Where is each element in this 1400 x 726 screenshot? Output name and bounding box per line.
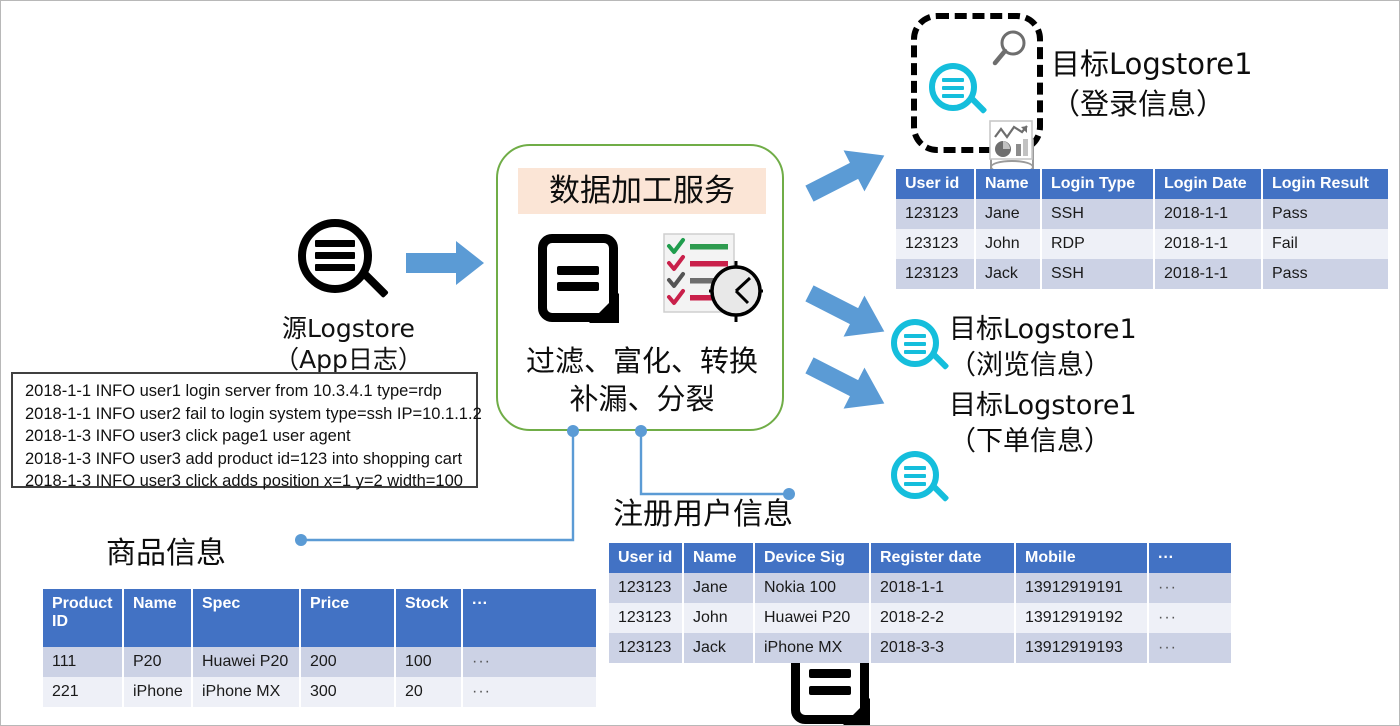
column-header: Device Sig xyxy=(754,543,871,573)
cell: 2018-1-1 xyxy=(1154,259,1263,289)
cell: 13912919192 xyxy=(1015,603,1149,633)
cell: 221 xyxy=(43,677,124,707)
product-table: Product ID Name Spec Price Stock ··· 111… xyxy=(43,589,596,707)
cell: 2018-2-2 xyxy=(870,603,1016,633)
cell: 123123 xyxy=(896,199,976,229)
cell: 200 xyxy=(300,647,396,677)
cell: 123123 xyxy=(896,229,976,259)
cell: John xyxy=(683,603,755,633)
target-logstore-1-sub: （登录信息） xyxy=(1051,87,1226,121)
cell: 123123 xyxy=(896,259,976,289)
table-row: 123123 Jane SSH 2018-1-1 Pass xyxy=(896,199,1388,229)
column-header: ··· xyxy=(1148,543,1231,573)
search-logstore-icon xyxy=(891,319,950,375)
column-header: Product ID xyxy=(43,589,124,647)
cell: ··· xyxy=(1148,573,1231,603)
cell: Fail xyxy=(1262,229,1388,259)
cell: 111 xyxy=(43,647,124,677)
cell: 2018-1-1 xyxy=(870,573,1016,603)
cell: 2018-3-3 xyxy=(870,633,1016,663)
target-logstore-2-name: 目标Logstore1 xyxy=(949,314,1137,345)
cell: Jane xyxy=(683,573,755,603)
target-logstore-3-name: 目标Logstore1 xyxy=(949,390,1137,421)
column-header: Name xyxy=(683,543,755,573)
cell: SSH xyxy=(1041,199,1155,229)
cell: 13912919191 xyxy=(1015,573,1149,603)
cell: Jane xyxy=(975,199,1042,229)
table-row: 123123 John Huawei P20 2018-2-2 13912919… xyxy=(609,603,1231,633)
cell: John xyxy=(975,229,1042,259)
table-row: 123123 Jack SSH 2018-1-1 Pass xyxy=(896,259,1388,289)
table-row: 123123 Jane Nokia 100 2018-1-1 139129191… xyxy=(609,573,1231,603)
search-logstore-icon xyxy=(929,63,988,121)
cell: Jack xyxy=(975,259,1042,289)
target-logstore-2-sub: （浏览信息） xyxy=(949,350,1111,381)
diagram-canvas: 源Logstore （App日志） 2018-1-1 INFO user1 lo… xyxy=(0,0,1400,726)
arrow-to-browse-logstore xyxy=(801,281,891,343)
cell: 123123 xyxy=(609,573,684,603)
column-header: ··· xyxy=(462,589,596,647)
column-header: Register date xyxy=(870,543,1016,573)
column-header: Login Type xyxy=(1041,169,1155,199)
arrow-to-login-logstore xyxy=(801,144,891,206)
capability-dashed-box xyxy=(911,13,1043,174)
cell: iPhone MX xyxy=(192,677,301,707)
cell: 20 xyxy=(395,677,463,707)
search-logstore-icon xyxy=(891,451,950,507)
product-source-label: 商品信息 xyxy=(106,536,226,571)
user-table: User id Name Device Sig Register date Mo… xyxy=(609,543,1231,663)
column-header: Price xyxy=(300,589,396,647)
cell: Huawei P20 xyxy=(754,603,871,633)
cell: Pass xyxy=(1262,259,1388,289)
cell: Pass xyxy=(1262,199,1388,229)
cell: ··· xyxy=(1148,633,1231,663)
login-table: User id Name Login Type Login Date Login… xyxy=(896,169,1388,289)
column-header: User id xyxy=(896,169,976,199)
table-row: 123123 John RDP 2018-1-1 Fail xyxy=(896,229,1388,259)
table-row: 111 P20 Huawei P20 200 100 ··· xyxy=(43,647,596,677)
cell: 123123 xyxy=(609,633,684,663)
cell: 2018-1-1 xyxy=(1154,229,1263,259)
analytics-chart-icon xyxy=(989,120,1033,165)
user-source-label: 注册用户信息 xyxy=(613,497,793,532)
cell: Nokia 100 xyxy=(754,573,871,603)
target-logstore-1-name: 目标Logstore1 xyxy=(1051,47,1253,81)
cell: 13912919193 xyxy=(1015,633,1149,663)
arrow-to-order-logstore xyxy=(801,353,891,415)
cell: P20 xyxy=(123,647,193,677)
table-row: 123123 Jack iPhone MX 2018-3-3 139129191… xyxy=(609,633,1231,663)
table-row: 221 iPhone iPhone MX 300 20 ··· xyxy=(43,677,596,707)
cell: 100 xyxy=(395,647,463,677)
table-header-row: Product ID Name Spec Price Stock ··· xyxy=(43,589,596,647)
cell: SSH xyxy=(1041,259,1155,289)
cell: RDP xyxy=(1041,229,1155,259)
magnifier-icon xyxy=(989,29,1031,76)
column-header: Name xyxy=(975,169,1042,199)
table-header-row: User id Name Device Sig Register date Mo… xyxy=(609,543,1231,573)
cell: ··· xyxy=(462,647,596,677)
column-header: Mobile xyxy=(1015,543,1149,573)
column-header: Login Date xyxy=(1154,169,1263,199)
column-header: Stock xyxy=(395,589,463,647)
column-header: User id xyxy=(609,543,684,573)
cell: ··· xyxy=(462,677,596,707)
cell: 300 xyxy=(300,677,396,707)
cell: Huawei P20 xyxy=(192,647,301,677)
cell: 123123 xyxy=(609,603,684,633)
cell: Jack xyxy=(683,633,755,663)
column-header: Spec xyxy=(192,589,301,647)
cell: iPhone xyxy=(123,677,193,707)
target-logstore-3-sub: （下单信息） xyxy=(949,426,1111,457)
cell: 2018-1-1 xyxy=(1154,199,1263,229)
table-header-row: User id Name Login Type Login Date Login… xyxy=(896,169,1388,199)
cell: ··· xyxy=(1148,603,1231,633)
column-header: Name xyxy=(123,589,193,647)
column-header: Login Result xyxy=(1262,169,1388,199)
cell: iPhone MX xyxy=(754,633,871,663)
